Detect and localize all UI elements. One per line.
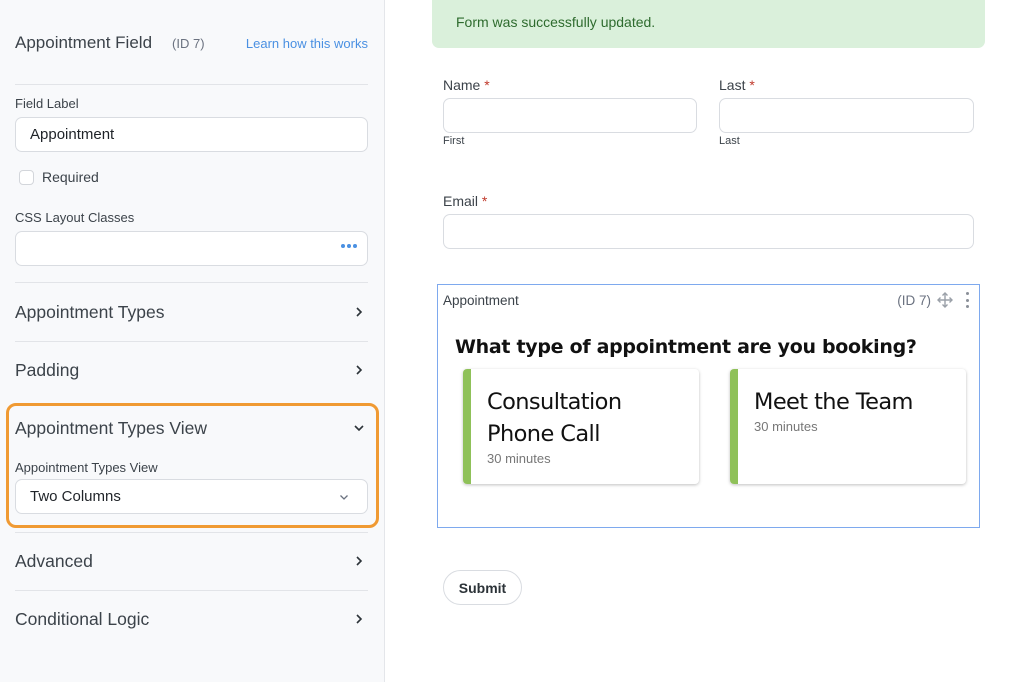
email-label: Email * [443,193,487,209]
chevron-down-icon [350,419,368,437]
card-accent-bar [463,369,471,484]
section-title: Advanced [15,550,93,571]
learn-how-link[interactable]: Learn how this works [246,36,368,51]
field-label-label: Field Label [15,96,79,111]
email-label-text: Email [443,193,479,209]
appointment-types-view-select[interactable]: Two Columns [15,479,368,514]
chevron-right-icon [350,610,368,628]
required-label: Required [42,169,99,185]
last-label: Last * [719,77,755,93]
move-icon[interactable] [937,292,953,308]
email-input[interactable] [443,214,974,249]
success-message: Form was successfully updated. [456,14,656,30]
appointment-field-label: Appointment [443,293,519,308]
section-title: Appointment Types [15,301,165,322]
first-name-input[interactable] [443,98,697,133]
sidebar-title: Appointment Field [15,33,153,52]
card-accent-bar [730,369,738,484]
appointment-question: What type of appointment are you booking… [455,336,917,358]
css-classes-input[interactable] [15,231,368,266]
selected-value: Two Columns [30,488,121,505]
success-notice: Form was successfully updated. [432,0,985,48]
appointment-field-block[interactable]: Appointment (ID 7) What type of appointm… [437,284,980,528]
chevron-right-icon [350,361,368,379]
field-id: (ID 7) [172,36,205,51]
section-padding[interactable]: Padding [15,350,368,390]
required-mark: * [481,193,488,209]
required-mark: * [484,77,490,93]
section-title: Appointment Types View [15,417,207,438]
chevron-right-icon [350,303,368,321]
field-label-value: Appointment [30,126,115,143]
appointment-type-card[interactable]: Consultation Phone Call 30 minutes [463,369,699,484]
required-mark: * [749,77,755,93]
submit-button[interactable]: Submit [443,570,522,605]
required-checkbox[interactable] [19,169,34,185]
divider [15,532,368,533]
divider [15,341,368,342]
chevron-right-icon [350,552,368,570]
ellipsis-icon[interactable] [341,244,357,248]
chevron-down-icon [335,488,353,506]
appointment-types-view-label: Appointment Types View [15,460,158,475]
appointment-type-card[interactable]: Meet the Team 30 minutes [730,369,966,484]
section-appointment-types[interactable]: Appointment Types [15,292,368,332]
appointment-type-title: Consultation Phone Call [487,389,622,447]
more-options-icon[interactable] [966,292,970,308]
appointment-type-duration: 30 minutes [487,451,551,466]
first-sublabel: First [443,135,465,147]
required-row[interactable]: Required [19,169,99,185]
last-label-text: Last [719,77,746,93]
section-title: Padding [15,359,80,380]
section-conditional-logic[interactable]: Conditional Logic [15,599,368,639]
section-title: Conditional Logic [15,608,150,629]
appointment-field-id: (ID 7) [897,293,931,308]
sidebar-header: Appointment Field (ID 7) Learn how this … [15,33,368,55]
appointment-type-duration: 30 minutes [754,419,818,434]
name-label-text: Name [443,77,481,93]
divider [15,282,368,283]
field-settings-sidebar: Appointment Field (ID 7) Learn how this … [0,0,385,682]
field-label-input[interactable]: Appointment [15,117,368,152]
name-label: Name * [443,77,490,93]
divider [15,84,368,85]
css-classes-label: CSS Layout Classes [15,210,135,225]
last-name-input[interactable] [719,98,974,133]
section-appointment-types-view[interactable]: Appointment Types View [15,408,368,448]
section-advanced[interactable]: Advanced [15,541,368,581]
divider [15,590,368,591]
last-sublabel: Last [719,135,740,147]
appointment-type-title: Meet the Team [754,389,913,415]
